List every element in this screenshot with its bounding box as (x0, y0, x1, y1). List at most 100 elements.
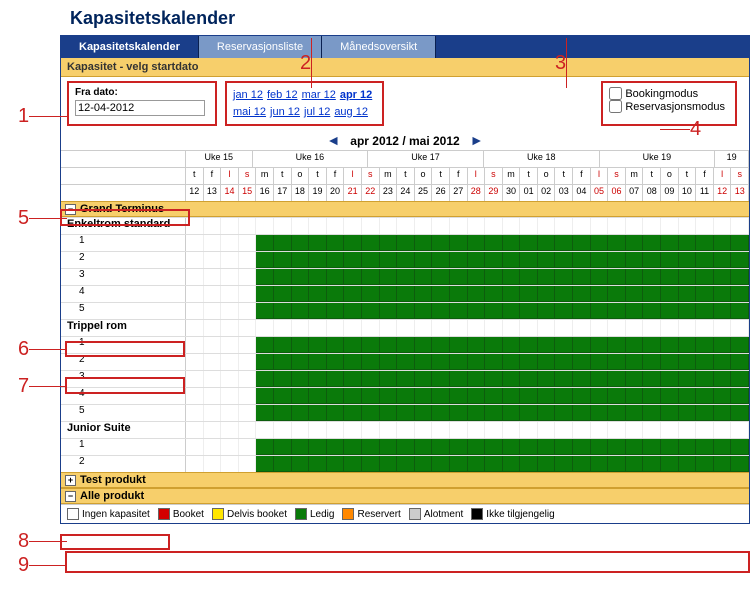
capacity-cell[interactable] (731, 252, 749, 268)
capacity-cell[interactable] (608, 286, 626, 302)
capacity-cell[interactable] (608, 303, 626, 319)
capacity-cell[interactable] (538, 354, 556, 370)
capacity-cell[interactable] (204, 354, 222, 370)
capacity-cell[interactable] (186, 439, 204, 455)
month-link[interactable]: jan 12 (233, 89, 263, 101)
capacity-cell[interactable] (221, 354, 239, 370)
capacity-cell[interactable] (696, 303, 714, 319)
capacity-cell[interactable] (485, 235, 503, 251)
capacity-cell[interactable] (380, 286, 398, 302)
capacity-cell[interactable] (397, 337, 415, 353)
capacity-cell[interactable] (591, 371, 609, 387)
capacity-cell[interactable] (450, 235, 468, 251)
capacity-cell[interactable] (555, 405, 573, 421)
capacity-cell[interactable] (696, 439, 714, 455)
capacity-cell[interactable] (468, 405, 486, 421)
capacity-cell[interactable] (555, 439, 573, 455)
capacity-cell[interactable] (274, 269, 292, 285)
capacity-cell[interactable] (485, 286, 503, 302)
capacity-cell[interactable] (520, 337, 538, 353)
capacity-cell[interactable] (503, 405, 521, 421)
capacity-cell[interactable] (591, 405, 609, 421)
capacity-cell[interactable] (643, 371, 661, 387)
capacity-cell[interactable] (415, 235, 433, 251)
capacity-cell[interactable] (714, 439, 732, 455)
capacity-cell[interactable] (485, 337, 503, 353)
capacity-cell[interactable] (292, 235, 310, 251)
capacity-cell[interactable] (731, 337, 749, 353)
capacity-cell[interactable] (204, 286, 222, 302)
capacity-cell[interactable] (309, 303, 327, 319)
capacity-cell[interactable] (186, 252, 204, 268)
capacity-cell[interactable] (221, 405, 239, 421)
capacity-cell[interactable] (485, 439, 503, 455)
capacity-cell[interactable] (626, 439, 644, 455)
capacity-cell[interactable] (679, 354, 697, 370)
capacity-cell[interactable] (714, 456, 732, 472)
capacity-cell[interactable] (415, 371, 433, 387)
capacity-cell[interactable] (468, 303, 486, 319)
month-link[interactable]: feb 12 (267, 89, 298, 101)
capacity-cell[interactable] (327, 269, 345, 285)
capacity-cell[interactable] (731, 303, 749, 319)
capacity-cell[interactable] (450, 371, 468, 387)
capacity-cell[interactable] (380, 439, 398, 455)
capacity-cell[interactable] (520, 456, 538, 472)
capacity-cell[interactable] (397, 286, 415, 302)
capacity-cell[interactable] (696, 456, 714, 472)
group-toggle[interactable]: − (65, 491, 76, 502)
capacity-cell[interactable] (450, 456, 468, 472)
capacity-cell[interactable] (520, 235, 538, 251)
capacity-cell[interactable] (661, 405, 679, 421)
capacity-cell[interactable] (274, 303, 292, 319)
capacity-cell[interactable] (643, 252, 661, 268)
capacity-cell[interactable] (661, 269, 679, 285)
capacity-cell[interactable] (432, 235, 450, 251)
capacity-cell[interactable] (661, 303, 679, 319)
capacity-cell[interactable] (239, 456, 257, 472)
capacity-cell[interactable] (327, 252, 345, 268)
capacity-cell[interactable] (555, 252, 573, 268)
capacity-cell[interactable] (397, 269, 415, 285)
capacity-cell[interactable] (714, 269, 732, 285)
capacity-cell[interactable] (204, 337, 222, 353)
capacity-cell[interactable] (344, 456, 362, 472)
capacity-cell[interactable] (450, 303, 468, 319)
capacity-cell[interactable] (538, 337, 556, 353)
capacity-cell[interactable] (397, 388, 415, 404)
capacity-cell[interactable] (485, 371, 503, 387)
capacity-cell[interactable] (714, 286, 732, 302)
month-link[interactable]: jun 12 (270, 106, 300, 118)
capacity-cell[interactable] (239, 286, 257, 302)
capacity-cell[interactable] (327, 286, 345, 302)
capacity-cell[interactable] (380, 456, 398, 472)
capacity-cell[interactable] (327, 337, 345, 353)
capacity-cell[interactable] (643, 456, 661, 472)
capacity-cell[interactable] (555, 371, 573, 387)
capacity-cell[interactable] (591, 269, 609, 285)
capacity-cell[interactable] (309, 252, 327, 268)
capacity-cell[interactable] (239, 337, 257, 353)
capacity-cell[interactable] (714, 388, 732, 404)
capacity-cell[interactable] (731, 439, 749, 455)
capacity-cell[interactable] (239, 252, 257, 268)
capacity-cell[interactable] (309, 235, 327, 251)
capacity-cell[interactable] (485, 252, 503, 268)
capacity-cell[interactable] (292, 286, 310, 302)
capacity-cell[interactable] (450, 337, 468, 353)
capacity-cell[interactable] (397, 439, 415, 455)
capacity-cell[interactable] (327, 235, 345, 251)
capacity-cell[interactable] (731, 456, 749, 472)
capacity-cell[interactable] (221, 252, 239, 268)
capacity-cell[interactable] (520, 286, 538, 302)
capacity-cell[interactable] (538, 405, 556, 421)
capacity-cell[interactable] (468, 252, 486, 268)
capacity-cell[interactable] (221, 269, 239, 285)
capacity-cell[interactable] (327, 354, 345, 370)
capacity-cell[interactable] (573, 405, 591, 421)
capacity-cell[interactable] (415, 405, 433, 421)
capacity-cell[interactable] (362, 354, 380, 370)
capacity-cell[interactable] (186, 286, 204, 302)
capacity-cell[interactable] (485, 405, 503, 421)
capacity-cell[interactable] (186, 405, 204, 421)
